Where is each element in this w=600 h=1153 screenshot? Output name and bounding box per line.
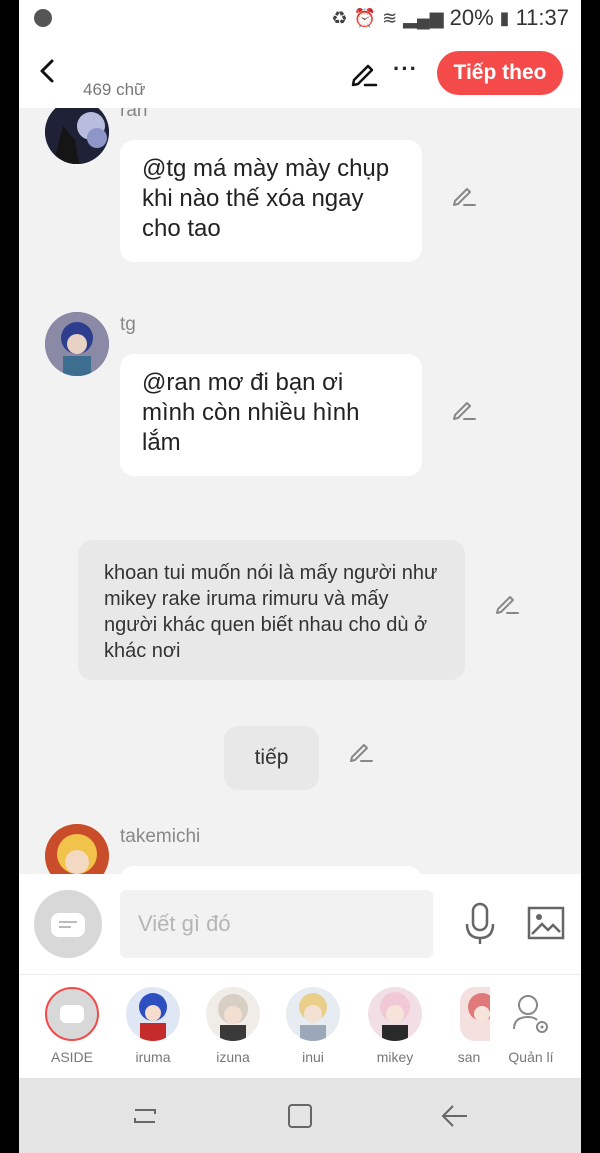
- manage-user-icon: [504, 987, 558, 1041]
- character-name: mikey: [376, 1049, 414, 1065]
- status-bar: ♻ ⏰ ≋ ▂▄▆ 20% ▮ 11:37: [19, 0, 581, 38]
- back-arrow-icon: [441, 1105, 467, 1127]
- message-bubble[interactable]: @ran mơ đi bạn ơi mình còn nhiều hình lắ…: [120, 354, 422, 476]
- chevron-left-icon: [40, 59, 54, 83]
- sender-name: ran: [120, 108, 148, 121]
- recycle-icon: ♻: [331, 7, 348, 28]
- avatar-image: [45, 108, 109, 164]
- avatar-image: [45, 824, 109, 874]
- character-name: san: [457, 1049, 481, 1065]
- character-name: Quản lí: [508, 1049, 554, 1065]
- system-nav-bar: [19, 1078, 581, 1153]
- avatar-ran[interactable]: [45, 108, 109, 164]
- composer-bar: Viết gì đó: [19, 874, 581, 974]
- sender-name: takemichi: [120, 826, 201, 847]
- pencil-icon: [351, 64, 378, 87]
- edit-message-button[interactable]: [348, 738, 374, 764]
- character-inui[interactable]: inui: [278, 987, 348, 1065]
- microphone-button[interactable]: [463, 902, 497, 946]
- edit-message-button[interactable]: [494, 590, 520, 616]
- avatar-image: [45, 312, 109, 376]
- character-bar: ASIDE iruma izuna inui mikey san Quản lí: [19, 974, 581, 1079]
- sender-name: tg: [120, 314, 136, 335]
- alarm-icon: ⏰: [353, 7, 377, 28]
- avatar-takemichi[interactable]: [45, 824, 109, 874]
- recent-apps-button[interactable]: [129, 1100, 161, 1132]
- microphone-icon: [465, 902, 495, 944]
- character-avatar: [368, 987, 422, 1041]
- battery-percent: 20%: [449, 5, 494, 30]
- status-right: ♻ ⏰ ≋ ▂▄▆ 20% ▮ 11:37: [332, 5, 569, 31]
- message-bubble[interactable]: [120, 866, 422, 874]
- wifi-icon: ≋: [382, 7, 398, 28]
- character-mikey[interactable]: mikey: [360, 987, 430, 1065]
- character-avatar: [206, 987, 260, 1041]
- character-name: iruma: [135, 1049, 171, 1065]
- back-button[interactable]: [33, 56, 61, 86]
- character-iruma[interactable]: iruma: [118, 987, 188, 1065]
- character-name: ASIDE: [50, 1049, 93, 1065]
- aside-icon: [51, 913, 85, 937]
- next-button[interactable]: Tiếp theo: [437, 51, 563, 95]
- character-avatar: [286, 987, 340, 1041]
- signal-icon: ▂▄▆: [403, 7, 444, 28]
- character-izuna[interactable]: izuna: [198, 987, 268, 1065]
- battery-icon: ▮: [499, 7, 510, 28]
- edit-message-button[interactable]: [451, 182, 477, 208]
- edit-message-button[interactable]: [451, 396, 477, 422]
- narration-bubble[interactable]: khoan tui muốn nói là mấy người như mike…: [78, 540, 465, 680]
- edit-button[interactable]: [349, 58, 379, 88]
- image-button[interactable]: [527, 906, 565, 940]
- pencil-icon: [496, 596, 519, 614]
- camera-dot-icon: [34, 9, 52, 27]
- aside-toggle-button[interactable]: [34, 890, 102, 958]
- clock: 11:37: [515, 5, 569, 30]
- word-count: 469 chữ: [83, 80, 146, 99]
- character-avatar: [126, 987, 180, 1041]
- top-bar: 469 chữ ··· Tiếp theo: [19, 38, 581, 108]
- avatar-tg[interactable]: [45, 312, 109, 376]
- recent-apps-icon: [134, 1109, 156, 1123]
- image-icon: [527, 906, 565, 940]
- pencil-icon: [350, 744, 373, 762]
- character-avatar: [460, 987, 490, 1041]
- home-button[interactable]: [284, 1100, 316, 1132]
- narration-bubble[interactable]: tiếp: [224, 726, 319, 790]
- chat-screen: ♻ ⏰ ≋ ▂▄▆ 20% ▮ 11:37 469 chữ ··· Tiếp t…: [19, 0, 581, 1153]
- character-san[interactable]: san: [434, 987, 504, 1065]
- chat-area[interactable]: ran @tg má mày mày chụp khi nào thế xóa …: [19, 108, 581, 874]
- pencil-icon: [453, 402, 476, 420]
- message-bubble[interactable]: @tg má mày mày chụp khi nào thế xóa ngay…: [120, 140, 422, 262]
- character-name: izuna: [216, 1049, 250, 1065]
- character-aside[interactable]: ASIDE: [37, 987, 107, 1065]
- character-name: inui: [302, 1049, 324, 1065]
- back-nav-button[interactable]: [439, 1100, 471, 1132]
- message-input[interactable]: Viết gì đó: [120, 890, 433, 958]
- more-options-button[interactable]: ···: [393, 56, 418, 82]
- aside-icon: [45, 987, 99, 1041]
- pencil-icon: [453, 188, 476, 206]
- home-icon: [288, 1104, 312, 1128]
- character-manage[interactable]: Quản lí: [499, 987, 563, 1065]
